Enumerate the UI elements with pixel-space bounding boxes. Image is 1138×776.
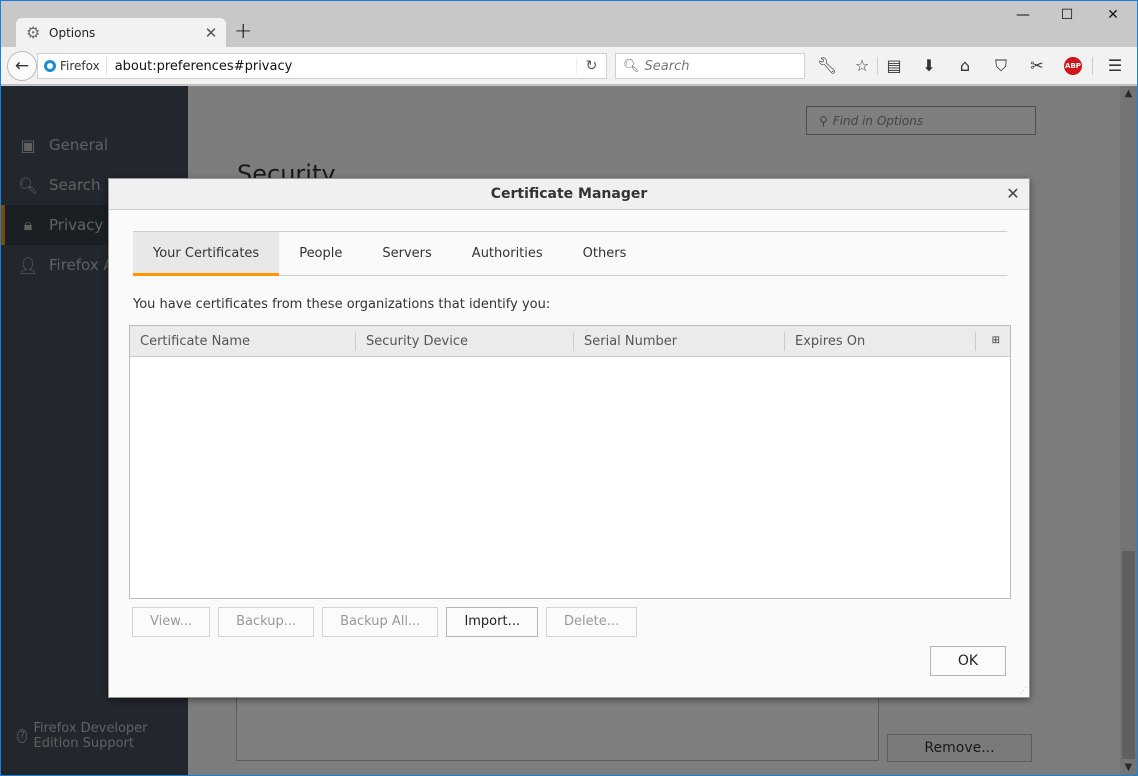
maximize-button[interactable]: ☐ <box>1057 7 1077 23</box>
column-security-device[interactable]: Security Device <box>356 326 574 357</box>
tab-strip: ⚙ Options ✕ + — ☐ ✕ <box>1 1 1137 48</box>
dialog-title: Certificate Manager <box>109 179 1029 210</box>
delete-button[interactable]: Delete... <box>545 607 638 637</box>
view-button[interactable]: View... <box>132 607 211 637</box>
close-window-button[interactable]: ✕ <box>1103 7 1123 23</box>
preferences-page: ▣ General 🔍︎ Search 🔒︎ Privacy & Securit… <box>1 86 1137 775</box>
column-expires-on[interactable]: Expires On <box>785 326 976 357</box>
reload-icon[interactable]: ↻ <box>576 58 606 74</box>
back-arrow-icon: ← <box>14 56 30 76</box>
gear-icon: ⚙ <box>26 23 41 42</box>
screenshot-icon[interactable]: ✂ <box>1026 56 1048 76</box>
tree-header: Certificate Name Security Device Serial … <box>130 326 1010 357</box>
tab-servers[interactable]: Servers <box>362 232 451 276</box>
tab-options[interactable]: ⚙ Options ✕ <box>16 18 226 48</box>
close-tab-icon[interactable]: ✕ <box>204 24 218 42</box>
certificate-tabs: Your Certificates People Servers Authori… <box>133 231 1007 276</box>
identity-label: Firefox <box>60 59 100 73</box>
abp-badge: ABP <box>1064 57 1082 75</box>
reading-list-icon[interactable]: ▤ <box>883 56 905 76</box>
certificate-tree[interactable]: Certificate Name Security Device Serial … <box>129 325 1011 599</box>
backup-button[interactable]: Backup... <box>218 607 315 637</box>
column-serial-number[interactable]: Serial Number <box>574 326 785 357</box>
download-icon[interactable]: ⬇ <box>918 56 940 76</box>
toolbar-separator <box>1092 57 1093 75</box>
search-placeholder: Search <box>644 58 690 74</box>
certificate-manager-dialog: Certificate Manager ✕ Your Certificates … <box>108 178 1030 698</box>
identity-box[interactable]: Firefox <box>38 57 107 75</box>
intro-text: You have certificates from these organiz… <box>133 297 551 312</box>
close-dialog-icon[interactable]: ✕ <box>1003 184 1023 203</box>
certificate-actions: View... Backup... Backup All... Import..… <box>132 607 638 637</box>
tab-others[interactable]: Others <box>563 232 647 276</box>
adblock-plus-icon[interactable]: ABP <box>1064 56 1086 76</box>
url-text[interactable]: about:preferences#privacy <box>107 59 576 74</box>
firefox-logo-icon <box>44 60 56 72</box>
resize-grip-icon[interactable]: ⋰ <box>1019 686 1027 695</box>
navigation-toolbar: ← Firefox about:preferences#privacy ↻ 🔍︎… <box>1 47 1137 85</box>
import-button[interactable]: Import... <box>446 607 538 637</box>
url-bar[interactable]: Firefox about:preferences#privacy ↻ <box>37 53 607 79</box>
ok-button[interactable]: OK <box>930 646 1006 676</box>
tab-your-certificates[interactable]: Your Certificates <box>133 232 280 276</box>
backup-all-button[interactable]: Backup All... <box>322 607 439 637</box>
home-icon[interactable]: ⌂ <box>954 56 976 76</box>
search-input[interactable]: 🔍︎ Search <box>615 53 805 79</box>
column-picker-icon[interactable]: ⊞ <box>992 335 1000 346</box>
pocket-icon[interactable]: ⛉ <box>990 56 1012 76</box>
search-icon: 🔍︎ <box>623 58 640 74</box>
back-button[interactable]: ← <box>7 51 37 81</box>
tab-title: Options <box>49 26 96 40</box>
tab-authorities[interactable]: Authorities <box>452 232 563 276</box>
tab-people[interactable]: People <box>279 232 362 276</box>
toolbar-separator <box>877 57 878 75</box>
wrench-icon[interactable]: 🔧︎ <box>816 56 838 76</box>
bookmark-star-icon[interactable]: ☆ <box>851 56 873 76</box>
minimize-button[interactable]: — <box>1013 7 1033 23</box>
browser-window: ⚙ Options ✕ + — ☐ ✕ ← Firefox about:pref… <box>1 1 1137 775</box>
column-certificate-name[interactable]: Certificate Name <box>130 326 356 357</box>
new-tab-button[interactable]: + <box>234 20 252 44</box>
menu-icon[interactable]: ☰ <box>1104 56 1126 76</box>
